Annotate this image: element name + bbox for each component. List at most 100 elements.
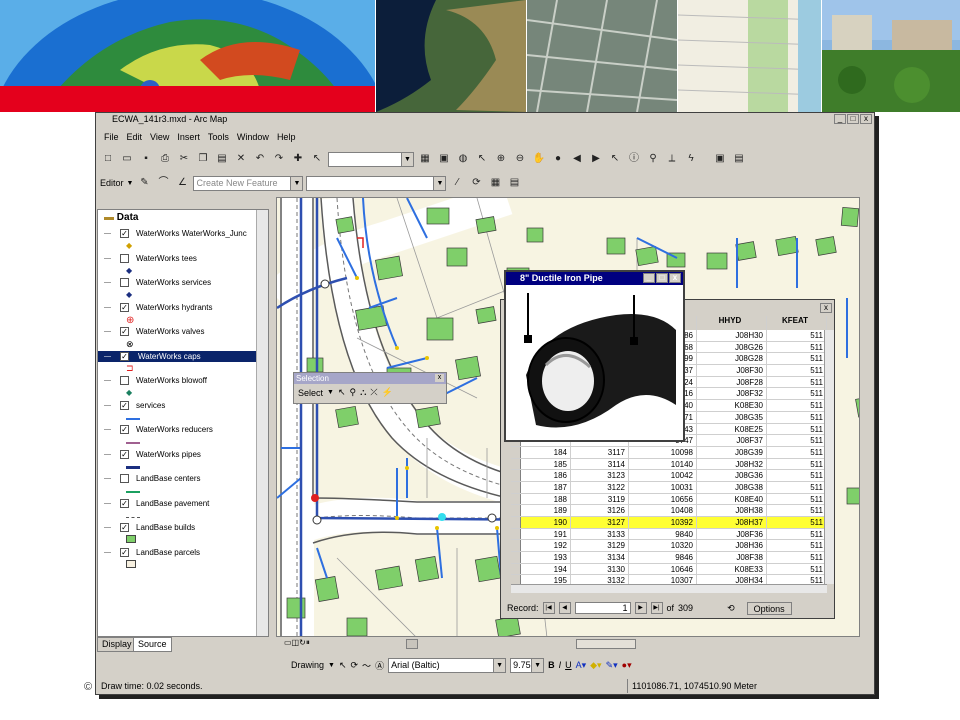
pointer-icon[interactable]: ↖ (309, 151, 325, 167)
row-selector[interactable] (511, 505, 521, 516)
collapse-icon[interactable]: — (104, 402, 111, 409)
identify-icon[interactable]: ⓘ (626, 151, 642, 167)
collapse-icon[interactable]: — (104, 328, 111, 335)
table-row[interactable]: 186 3123 10042 J08G36 511 (511, 470, 827, 482)
globe-icon[interactable]: ◍ (455, 151, 471, 167)
hyperlink-icon[interactable]: ϟ (683, 151, 699, 167)
zoom-out-icon[interactable]: ⊖ (512, 151, 528, 167)
layer-checkbox[interactable] (120, 278, 129, 287)
layer-checkbox[interactable]: ✓ (120, 449, 129, 459)
new-line-icon[interactable]: 〜 (362, 659, 371, 672)
layer-checkbox[interactable]: ✓ (120, 523, 129, 532)
minimize-button[interactable]: _ (834, 114, 846, 124)
table-row[interactable]: 189 3126 10408 J08H38 511 (511, 505, 827, 517)
layer-checkbox[interactable]: ✓ (120, 425, 129, 434)
table-hscroll[interactable] (511, 584, 827, 593)
toc-layer[interactable]: — ✓ WaterWorks hydrants ⊕ (98, 302, 268, 326)
row-selector[interactable] (511, 470, 521, 481)
drawing-menu[interactable]: Drawing (291, 660, 324, 670)
toolbar-icon[interactable]: ▣ (712, 151, 728, 167)
attr-close[interactable]: x (820, 301, 832, 313)
full-extent-icon[interactable]: ● (550, 151, 566, 167)
delete-icon[interactable]: ✕ (233, 151, 249, 167)
table-row[interactable]: 194 3130 10646 K08E33 511 (511, 563, 827, 576)
new-icon[interactable]: □ (100, 151, 116, 167)
open-icon[interactable]: ▭ (119, 151, 135, 167)
select-by-attribute-icon[interactable]: ⚲ (350, 387, 357, 398)
row-selector[interactable] (511, 481, 521, 493)
chevron-down-icon[interactable]: ▼ (290, 176, 303, 190)
table-row[interactable]: 195 3132 10307 J08H34 511 (511, 575, 827, 584)
layer-checkbox[interactable]: ✓ (120, 547, 129, 557)
layer-checkbox[interactable] (120, 376, 129, 385)
collapse-icon[interactable]: — (104, 451, 111, 458)
toc-layer[interactable]: — ✓ LandBase builds (98, 522, 268, 546)
task-combo[interactable]: Create New Feature ▼ (193, 175, 304, 191)
toc-layer[interactable]: — ✓ WaterWorks pipes (98, 449, 268, 473)
table-row[interactable]: 184 3117 10098 J08G39 511 (511, 446, 827, 459)
table-row[interactable]: 193 3134 9846 J08F38 511 (511, 552, 827, 564)
layer-checkbox[interactable]: ✓ (120, 302, 129, 312)
arc-icon[interactable]: ⌒ (155, 175, 171, 191)
menu-file[interactable]: File (104, 129, 119, 145)
marker-color-icon[interactable]: ●▾ (622, 660, 632, 671)
split-icon[interactable]: ⁄ (449, 175, 465, 191)
paste-icon[interactable]: ▤ (214, 151, 230, 167)
chevron-down-icon[interactable]: ▼ (531, 658, 544, 672)
toc-layer[interactable]: — ✓ WaterWorks valves ⊗ (98, 326, 268, 350)
collapse-icon[interactable]: — (104, 524, 111, 531)
maximize-button[interactable]: □ (847, 114, 859, 124)
view-buttons-icon[interactable]: ▭◫↻⏸ (284, 638, 310, 648)
select-elements-icon[interactable]: ↖ (339, 660, 347, 671)
scroll-thumb[interactable] (576, 639, 636, 649)
target-combo[interactable]: ▼ (306, 175, 447, 191)
new-text-icon[interactable]: Ⓐ (375, 659, 384, 672)
collapse-icon[interactable]: — (104, 353, 111, 360)
menu-edit[interactable]: Edit (127, 129, 143, 145)
find-icon[interactable]: ⚲ (645, 151, 661, 167)
refresh-icon[interactable]: ⟲ (727, 603, 735, 614)
prev-record-button[interactable]: ◀ (558, 602, 571, 614)
layer-checkbox[interactable]: ✓ (120, 327, 129, 336)
next-record-button[interactable]: ▶ (634, 602, 647, 614)
column-header[interactable]: HHYD (697, 316, 767, 330)
options-button[interactable]: Options (746, 601, 792, 615)
collapse-icon[interactable]: — (104, 426, 111, 433)
help-pointer-icon[interactable]: ↖ (474, 151, 490, 167)
row-selector[interactable] (511, 563, 521, 575)
undo-icon[interactable]: ↶ (252, 151, 268, 167)
row-selector[interactable] (511, 517, 521, 528)
maximize-button[interactable]: □ (656, 273, 668, 283)
last-record-button[interactable]: ▶| (650, 602, 663, 614)
editor-menu[interactable]: Editor (100, 178, 124, 188)
toc-layer[interactable]: — ✓ services (98, 400, 268, 424)
print-icon[interactable]: ⎙ (157, 151, 173, 167)
scroll-left-button[interactable] (406, 639, 418, 649)
tab-display[interactable]: Display (97, 637, 137, 652)
sql-icon[interactable]: ⛬ (360, 387, 366, 398)
italic-button[interactable]: I (559, 660, 562, 670)
tool-icon[interactable]: ▤ (731, 151, 747, 167)
toc-layer[interactable]: — ✓ LandBase parcels (98, 547, 268, 571)
add-data-icon[interactable]: ✚ (290, 151, 306, 167)
toc-layer[interactable]: — ✓ LandBase pavement (98, 498, 268, 522)
close-button[interactable]: x (860, 114, 872, 124)
minimize-button[interactable]: _ (643, 273, 655, 283)
collapse-icon[interactable]: — (104, 500, 111, 507)
column-header[interactable]: KFEAT (767, 316, 827, 330)
toc-layer[interactable]: — WaterWorks tees ◆ (98, 253, 268, 277)
toc-layer[interactable]: — ✓ WaterWorks caps ⊐ (98, 350, 268, 373)
zoom-in-icon[interactable]: ⊕ (493, 151, 509, 167)
line-icon[interactable]: ∠ (174, 175, 190, 191)
save-icon[interactable]: ▪ (138, 151, 154, 167)
cut-icon[interactable]: ✂ (176, 151, 192, 167)
collapse-icon[interactable]: — (104, 475, 111, 482)
table-row[interactable]: 192 3129 10320 J08H36 511 (511, 540, 827, 553)
layer-checkbox[interactable]: ✓ (120, 498, 129, 508)
record-input[interactable]: 1 (574, 602, 631, 614)
map-scrollbar[interactable]: ▭◫↻⏸ (276, 637, 860, 651)
redo-icon[interactable]: ↷ (271, 151, 287, 167)
forward-icon[interactable]: ▶ (588, 151, 604, 167)
measure-icon[interactable]: ⟂ (664, 151, 680, 167)
chevron-down-icon[interactable]: ▼ (127, 180, 134, 187)
